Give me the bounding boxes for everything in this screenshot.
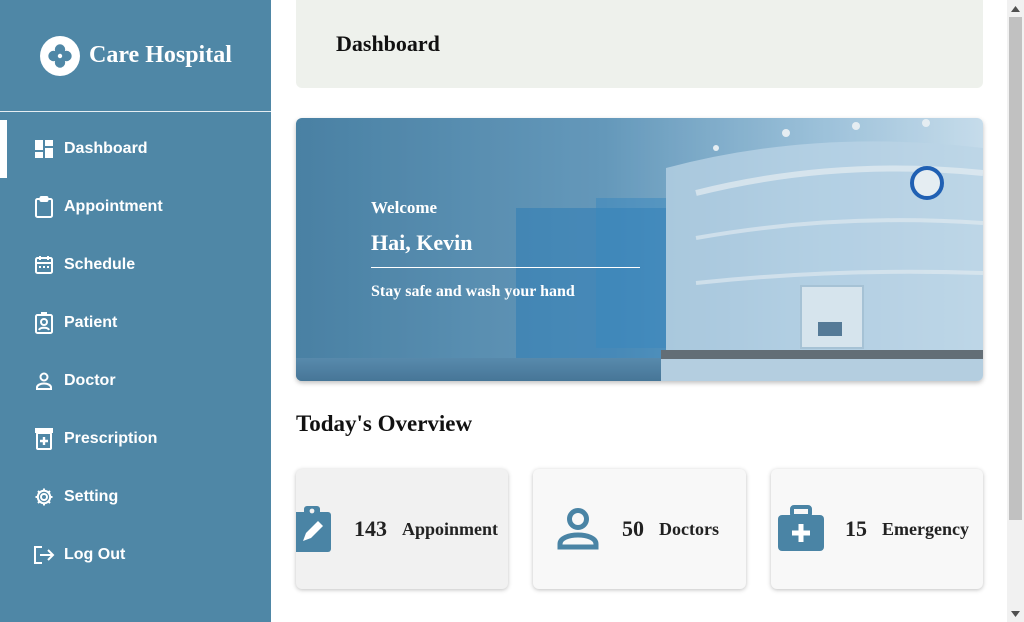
clipboard-edit-icon — [296, 504, 332, 554]
appointment-label: Appoinment — [402, 518, 499, 539]
sidebar-item-appointment[interactable]: Appointment — [0, 178, 271, 236]
sidebar-nav: Dashboard Appointment Schedule Patient D… — [0, 112, 271, 584]
doctors-label: Doctors — [659, 518, 719, 539]
scrollbar-thumb[interactable] — [1009, 17, 1022, 520]
sidebar-item-setting[interactable]: Setting — [0, 468, 271, 526]
brand-name: Care Hospital — [89, 42, 232, 68]
sidebar-item-patient[interactable]: Patient — [0, 294, 271, 352]
sidebar-item-schedule[interactable]: Schedule — [0, 236, 271, 294]
doctors-stat-card[interactable]: 50 Doctors — [533, 469, 746, 589]
welcome-subtitle: Stay safe and wash your hand — [371, 283, 575, 300]
calendar-icon — [33, 254, 55, 276]
sidebar-item-label: Schedule — [64, 256, 136, 273]
sidebar-item-label: Patient — [64, 314, 118, 331]
logout-icon — [33, 544, 55, 566]
scroll-up-arrow-icon[interactable] — [1007, 0, 1024, 17]
medicine-bottle-icon — [33, 428, 55, 450]
vertical-scrollbar[interactable] — [1007, 0, 1024, 622]
sidebar-item-prescription[interactable]: Prescription — [0, 410, 271, 468]
sidebar-item-dashboard[interactable]: Dashboard — [0, 120, 271, 178]
sidebar-item-label: Appointment — [64, 198, 163, 215]
scroll-down-arrow-icon[interactable] — [1007, 605, 1024, 622]
page-header: Dashboard — [296, 0, 983, 88]
hospital-logo-icon — [40, 35, 80, 76]
emergency-label: Emergency — [882, 518, 969, 539]
welcome-text: Welcome Hai, Kevin Stay safe and wash yo… — [371, 198, 640, 301]
sidebar-item-doctor[interactable]: Doctor — [0, 352, 271, 410]
sidebar-item-logout[interactable]: Log Out — [0, 526, 271, 584]
sidebar: Care Hospital Dashboard Appointment Sche… — [0, 0, 271, 622]
brand[interactable]: Care Hospital — [0, 0, 271, 112]
clipboard-icon — [33, 196, 55, 218]
doctors-count: 50 — [622, 516, 644, 541]
overview-title: Today's Overview — [296, 411, 473, 436]
welcome-label: Welcome — [371, 198, 438, 217]
welcome-banner: Welcome Hai, Kevin Stay safe and wash yo… — [296, 118, 983, 381]
person-icon — [553, 504, 603, 554]
page-title: Dashboard — [336, 31, 440, 56]
sidebar-item-label: Prescription — [64, 430, 158, 447]
person-icon — [33, 370, 55, 392]
emergency-count: 15 — [845, 516, 867, 541]
patient-badge-icon — [33, 312, 55, 334]
main-content: Dashboard Welcome Hai, Kevin Stay safe a… — [271, 0, 1007, 622]
appointment-stat-card[interactable]: 143 Appoinment — [296, 469, 508, 589]
user-greeting: Hai, Kevin — [371, 230, 640, 268]
gear-icon — [33, 486, 55, 508]
sidebar-item-label: Log Out — [64, 546, 126, 563]
dashboard-icon — [33, 138, 55, 160]
sidebar-item-label: Setting — [64, 488, 119, 505]
sidebar-item-label: Dashboard — [64, 140, 148, 157]
sidebar-item-label: Doctor — [64, 372, 116, 389]
medical-kit-icon — [776, 504, 826, 554]
appointment-count: 143 — [354, 516, 387, 541]
emergency-stat-card[interactable]: 15 Emergency — [771, 469, 983, 589]
